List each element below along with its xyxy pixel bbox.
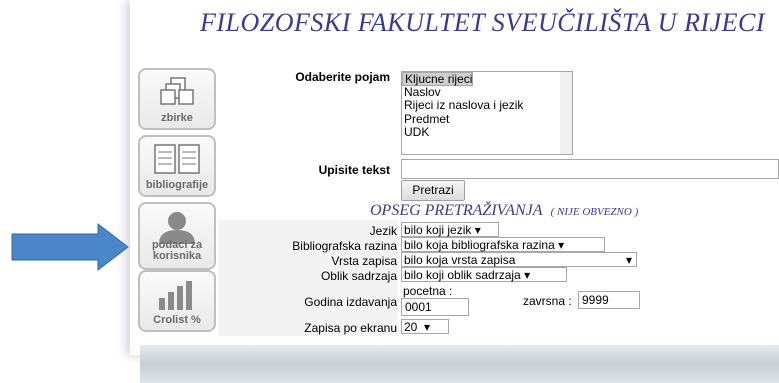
sidebar-item-label: zbirke (161, 112, 193, 124)
zapisa-label: Zapisa po ekranu (304, 321, 397, 335)
sidebar-item-label: podaci za korisnika (151, 239, 203, 262)
term-option[interactable]: Naslov (402, 85, 572, 100)
listbox-scrollbar[interactable] (560, 72, 572, 154)
term-label: Odaberite pojam (295, 70, 390, 84)
term-option[interactable]: Predmet (402, 112, 572, 127)
search-input[interactable] (401, 159, 779, 179)
bibliography-icon (154, 144, 200, 174)
term-listbox[interactable]: Kljucne rijeci Autori Naslov Rijeci iz n… (401, 71, 573, 155)
godina-label: Godina izdavanja (304, 295, 397, 309)
jezik-select-value: bilo koji jezik (404, 223, 472, 237)
term-option[interactable]: UDK (402, 125, 572, 140)
scope-heading: OPSEG PRETRAŽIVANJA ( NIJE OBVEZNO ) (370, 202, 638, 220)
razina-label: Bibliografska razina (292, 239, 397, 253)
sidebar-item-crolist[interactable]: Crolist % (138, 270, 216, 332)
term-option[interactable]: Kljucne rijeci (402, 72, 474, 86)
sidebar-item-zbirke[interactable]: zbirke (138, 68, 216, 130)
jezik-select[interactable]: bilo koji jezik ▾ (401, 222, 499, 237)
page-bottom-shadow (140, 345, 779, 383)
text-label: Upisite tekst (318, 163, 390, 177)
sidebar-item-podaci-za-korisnika[interactable]: podaci za korisnika (138, 202, 216, 270)
search-button[interactable]: Pretrazi (401, 180, 465, 201)
bar-chart-icon (159, 281, 192, 310)
oblik-select[interactable]: bilo koji oblik sadrzaja ▾ (401, 267, 567, 282)
zapisa-select[interactable]: 20 ▾ (401, 319, 449, 334)
pocetna-input[interactable]: 0001 (401, 298, 469, 316)
term-option[interactable]: Rijeci iz naslova i jezik (402, 98, 572, 113)
vrsta-select[interactable]: bilo koja vrsta zapisa ▾ (401, 252, 637, 267)
oblik-select-value: bilo koji oblik sadrzaja (404, 268, 521, 282)
vrsta-select-value: bilo koja vrsta zapisa (404, 253, 516, 267)
razina-select-value: bilo koja bibliografska razina (404, 238, 555, 252)
pocetna-label: pocetna : (403, 284, 453, 298)
zapisa-select-value: 20 (404, 320, 418, 334)
collections-icon (160, 77, 194, 105)
jezik-label: Jezik (369, 224, 397, 238)
sidebar-item-bibliografije[interactable]: bibliografije (138, 135, 216, 197)
zavrsna-input[interactable]: 9999 (578, 291, 640, 309)
chevron-down-icon: ▾ (625, 253, 632, 267)
sidebar-item-label: bibliografije (145, 179, 209, 191)
zavrsna-label: zavrsna : (523, 294, 572, 308)
vrsta-label: Vrsta zapisa (331, 254, 397, 268)
oblik-label: Oblik sadrzaja (320, 269, 397, 283)
scope-heading-text: OPSEG PRETRAŽIVANJA (370, 202, 543, 219)
sidebar-item-label: Crolist % (153, 314, 201, 326)
pointer-arrow-icon (11, 222, 129, 272)
razina-select[interactable]: bilo koja bibliografska razina ▾ (401, 237, 605, 252)
page-title: FILOZOFSKI FAKULTET SVEUČILIŠTA U RIJECI (200, 8, 766, 37)
scope-note: ( NIJE OBVEZNO ) (550, 206, 639, 218)
